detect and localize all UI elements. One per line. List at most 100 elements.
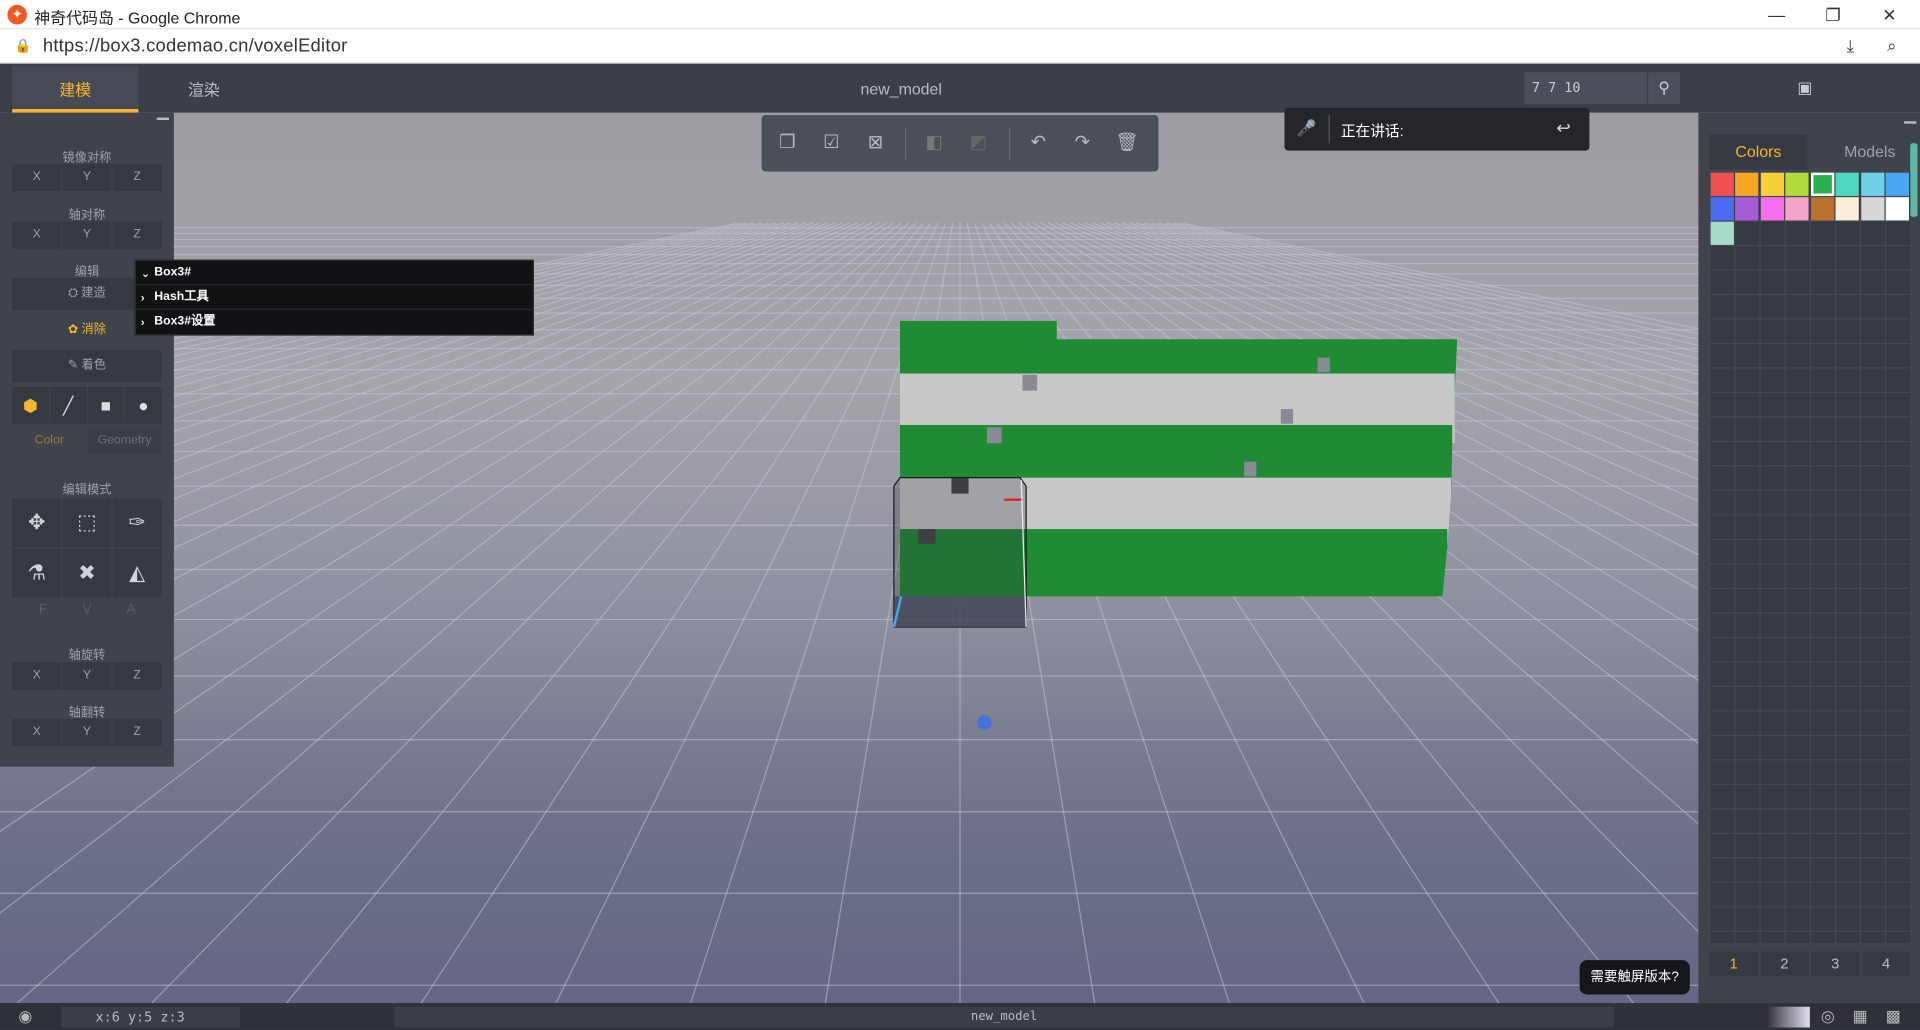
url-field[interactable]: https://box3.codemao.cn/voxelEditor [43,36,348,57]
camera-icon[interactable]: ◉ [18,1007,32,1027]
edit-mode-grid: ✥ ⬚ ✑ ⚗ ✖ ◭ [12,498,162,598]
left-tool-panel: 镜像对称 X Y Z 轴对称 X Y Z 编辑 ⛭ 建造 ✿ 消除 ✎ 着色 ⬢… [0,112,174,767]
install-icon[interactable]: ⤓ [1847,36,1855,57]
square-icon[interactable]: ■ [87,387,124,424]
tab-models[interactable]: Models [1821,135,1919,169]
page-button[interactable]: 3 [1811,951,1860,977]
grid-icon[interactable]: ▦ [1853,1007,1868,1027]
f-button[interactable]: F [28,603,57,618]
scrollbar[interactable] [1910,143,1918,217]
cube-icon[interactable]: ⬢ [12,387,49,424]
rotate-x-button[interactable]: X [12,662,62,690]
a-button[interactable]: A [116,603,145,618]
merge-icon[interactable]: ◧ [923,132,945,154]
flip-title: 轴翻转 [68,706,106,721]
coordinate-input[interactable]: 7 7 10 [1524,72,1647,105]
tree-item-label: Box3#设置 [154,314,216,329]
chevron-right-icon: › [140,291,145,304]
move-icon[interactable]: ✥ [12,498,62,548]
mic-muted-icon[interactable]: 🎤 [1297,119,1317,139]
rotate-y-button[interactable]: Y [62,662,112,690]
background-gradient-swatch[interactable] [1765,1006,1810,1028]
close-icon[interactable]: ✕ [1861,0,1917,29]
flip-z-button[interactable]: Z [112,718,162,746]
color-swatch[interactable] [1860,196,1884,220]
color-model-tabs: Colors Models [1709,134,1910,170]
box-select-icon[interactable]: ⬚ [62,498,112,548]
collapse-icon[interactable] [156,117,169,121]
trash-icon[interactable]: 🗑 [1116,132,1139,154]
zoom-icon[interactable]: ⌕ [1887,36,1897,57]
mirror-z-button[interactable]: Z [112,164,162,192]
plugin-tree-menu: ⌄ Box3# › Hash工具 › Box3#设置 [134,259,534,336]
copy-icon[interactable]: ❐ [776,132,798,154]
tab-render[interactable]: 渲染 [141,66,267,113]
delete-icon[interactable]: ✖ [62,548,112,598]
v-button[interactable]: V [72,603,101,618]
redo-icon[interactable]: ↷ [1071,132,1093,154]
paste-icon[interactable]: ☑ [820,132,842,154]
rotate-z-button[interactable]: Z [112,662,162,690]
tree-item-box3[interactable]: ⌄ Box3# [135,261,533,286]
mirror-axis-group: X Y Z [12,164,162,192]
restore-icon[interactable]: ❐ [1805,0,1861,29]
intersect-icon[interactable]: ◩ [967,132,989,154]
save-icon[interactable]: ▣ [1793,78,1817,98]
reply-icon[interactable]: ↩ [1556,118,1570,139]
color-swatch[interactable] [1710,221,1734,245]
apps-grid-icon[interactable]: ▩ [1886,1007,1901,1027]
magic-wand-icon[interactable]: ✑ [112,498,162,548]
collapse-icon[interactable] [1904,121,1917,124]
erase-label: 消除 [81,323,107,337]
color-swatch[interactable] [1785,196,1809,220]
color-swatch[interactable] [1735,196,1759,220]
axis-sym-group: X Y Z [12,221,162,249]
mirror-x-button[interactable]: X [12,164,62,192]
line-icon[interactable]: ╱ [49,387,87,424]
geometry-mode-button[interactable]: Geometry [87,427,162,455]
page-button[interactable]: 2 [1760,951,1809,977]
circle-icon[interactable]: ● [125,387,162,424]
tab-colors[interactable]: Colors [1709,134,1808,170]
3d-viewport[interactable] [0,112,1920,1004]
rotate-title: 轴旋转 [68,649,106,663]
undo-icon[interactable]: ↶ [1027,132,1049,154]
color-swatch[interactable] [1835,172,1859,196]
pin-icon[interactable]: ⚲ [1648,72,1681,105]
page-button[interactable]: 4 [1861,951,1911,977]
touch-version-button[interactable]: 需要触屏版本? [1579,960,1690,995]
flip-y-button[interactable]: Y [62,718,112,746]
fill-bucket-icon[interactable]: ◭ [112,548,162,598]
color-swatch[interactable] [1885,196,1909,220]
clear-selection-icon[interactable]: ⊠ [864,132,886,154]
speaking-label: 正在讲话: [1340,122,1404,140]
minimize-icon[interactable]: — [1749,0,1805,29]
tree-item-box3-settings[interactable]: › Box3#设置 [136,310,533,334]
mirror-y-button[interactable]: Y [62,164,112,192]
app-topbar: 建模 渲染 new_model 7 7 10 ⚲ ▣ [0,63,1920,113]
color-mode-button[interactable]: Color [12,427,87,455]
color-swatch[interactable] [1835,196,1859,220]
color-swatch[interactable] [1710,172,1734,196]
color-swatch[interactable] [1810,172,1834,196]
sym-z-button[interactable]: Z [112,221,162,249]
color-swatch[interactable] [1760,196,1784,220]
voxel-model[interactable] [892,320,1458,628]
color-swatch[interactable] [1735,172,1759,196]
color-swatch[interactable] [1860,172,1884,196]
color-swatch[interactable] [1885,172,1909,196]
page-button[interactable]: 1 [1709,951,1758,977]
color-swatch[interactable] [1810,196,1834,220]
voice-divider [1328,115,1330,144]
tab-model[interactable]: 建模 [12,66,139,113]
color-swatch[interactable] [1760,172,1784,196]
paint-button[interactable]: ✎ 着色 [12,350,162,383]
color-swatch[interactable] [1785,172,1809,196]
sym-x-button[interactable]: X [12,221,62,249]
sym-y-button[interactable]: Y [62,221,112,249]
flip-x-button[interactable]: X [12,718,62,746]
target-icon[interactable]: ◎ [1821,1007,1835,1027]
color-swatch[interactable] [1710,196,1734,220]
eyedropper-icon[interactable]: ⚗ [12,548,62,598]
tree-item-hash-tool[interactable]: › Hash工具 [135,285,533,310]
